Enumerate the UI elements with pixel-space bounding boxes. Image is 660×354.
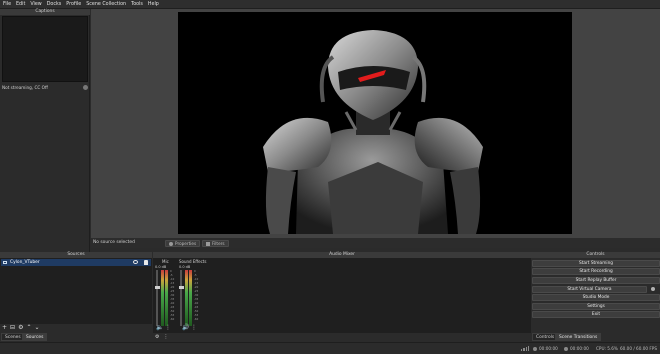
cylon-robot-image	[263, 30, 483, 234]
record-time-indicator: 00:00:00	[564, 346, 589, 351]
scale-tick: -60	[194, 318, 199, 321]
scale-tick: -60	[170, 318, 175, 321]
record-time: 00:00:00	[570, 346, 589, 351]
status-bar	[0, 342, 660, 354]
fader-handle-mic[interactable]	[154, 285, 160, 289]
volume-meter-sound-effects	[189, 270, 192, 326]
channel-db-sound-effects: 0.0 dB	[179, 265, 191, 269]
start-streaming-button[interactable]: Start Streaming	[532, 260, 660, 267]
menu-tools[interactable]: Tools	[131, 2, 143, 7]
exit-button[interactable]: Exit	[532, 311, 660, 318]
fps-display: 60.00 / 60.00 FPS	[620, 346, 657, 351]
volume-fader-mic[interactable]	[156, 270, 158, 326]
menu-edit[interactable]: Edit	[16, 2, 25, 7]
mixer-settings-icon[interactable]: ⚙	[155, 334, 159, 340]
meter-scale: 0 -5 -10 -15 -20 -25 -30 -35 -40 -45 -50 -55 -60	[170, 270, 177, 326]
remove-source-icon[interactable]: ⊟	[10, 325, 15, 331]
channel-db-mic: 0.0 dB	[155, 265, 167, 269]
cpu-usage: CPU: 5.6%	[596, 346, 618, 351]
gear-icon	[169, 241, 173, 246]
menu-bar: File Edit View Docks Profile Scene Colle…	[0, 0, 660, 9]
signal-strength-icon	[521, 346, 530, 351]
menu-help[interactable]: Help	[148, 2, 159, 7]
menu-docks[interactable]: Docks	[47, 2, 62, 7]
source-name: Cylon_VTuber	[10, 260, 40, 265]
captions-status-text: Not streaming, CC Off	[2, 85, 48, 90]
properties-label: Properties	[175, 241, 197, 246]
more-options-icon[interactable]: ⋮	[165, 325, 171, 331]
channel-name-sound-effects: Sound Effects	[179, 259, 207, 264]
stream-time-indicator: 00:00:00	[533, 346, 558, 351]
preview-canvas[interactable]	[178, 12, 572, 234]
source-settings-icon[interactable]: ⚙	[18, 325, 23, 331]
stream-icon	[533, 346, 537, 351]
volume-meter-sound-effects	[185, 270, 188, 326]
volume-meter-mic	[165, 270, 168, 326]
menu-view[interactable]: View	[30, 2, 41, 7]
monitor-icon	[3, 261, 7, 264]
move-down-icon[interactable]: ⌄	[34, 325, 39, 331]
tab-scene-transitions[interactable]: Scene Transitions	[555, 333, 602, 341]
sources-list	[0, 258, 152, 324]
channel-name-mic: Mic	[162, 259, 169, 264]
gear-icon[interactable]	[83, 85, 88, 90]
properties-button[interactable]: Properties	[165, 240, 201, 247]
tab-sources[interactable]: Sources	[22, 333, 48, 341]
record-icon	[564, 346, 568, 351]
eye-icon[interactable]	[133, 260, 138, 264]
mixer-menu-icon[interactable]: ⋮	[163, 334, 168, 340]
start-replay-buffer-button[interactable]: Start Replay Buffer	[532, 277, 660, 284]
add-source-icon[interactable]: +	[2, 325, 7, 331]
meter-scale: 0 -5 -10 -15 -20 -25 -30 -35 -40 -45 -50 -55 -60	[194, 270, 201, 326]
volume-meter-mic	[161, 270, 164, 326]
start-virtual-camera-button[interactable]: Start Virtual Camera	[532, 286, 647, 293]
lock-icon[interactable]	[144, 260, 148, 265]
no-source-label: No source selected	[93, 240, 135, 245]
volume-fader-sound-effects[interactable]	[180, 270, 182, 326]
menu-scene-collection[interactable]: Scene Collection	[86, 2, 126, 7]
list-item[interactable]: Cylon_VTuber	[1, 259, 151, 266]
audio-mixer-panel	[153, 258, 531, 333]
gear-icon[interactable]	[650, 286, 656, 292]
filter-icon	[206, 241, 210, 246]
move-up-icon[interactable]: ⌃	[26, 325, 31, 331]
captions-status-row: Not streaming, CC Off	[2, 84, 88, 91]
stream-time: 00:00:00	[539, 346, 558, 351]
captions-preview	[2, 16, 88, 82]
studio-mode-button[interactable]: Studio Mode	[532, 294, 660, 301]
fader-handle-sound-effects[interactable]	[178, 285, 184, 289]
menu-file[interactable]: File	[3, 2, 11, 7]
more-options-icon[interactable]: ⋮	[191, 325, 197, 331]
muted-speaker-icon[interactable]: 🔈	[156, 325, 163, 331]
settings-button[interactable]: Settings	[532, 303, 660, 310]
menu-profile[interactable]: Profile	[66, 2, 81, 7]
speaker-icon[interactable]: 🔊	[182, 325, 189, 331]
filters-label: Filters	[212, 241, 225, 246]
start-recording-button[interactable]: Start Recording	[532, 268, 660, 275]
filters-button[interactable]: Filters	[202, 240, 229, 247]
captions-dock-title: Captions	[0, 9, 90, 15]
mixer-toolbar: ⚙ ⋮	[153, 333, 531, 341]
sources-toolbar: + ⊟ ⚙ ⌃ ⌄	[0, 324, 152, 332]
